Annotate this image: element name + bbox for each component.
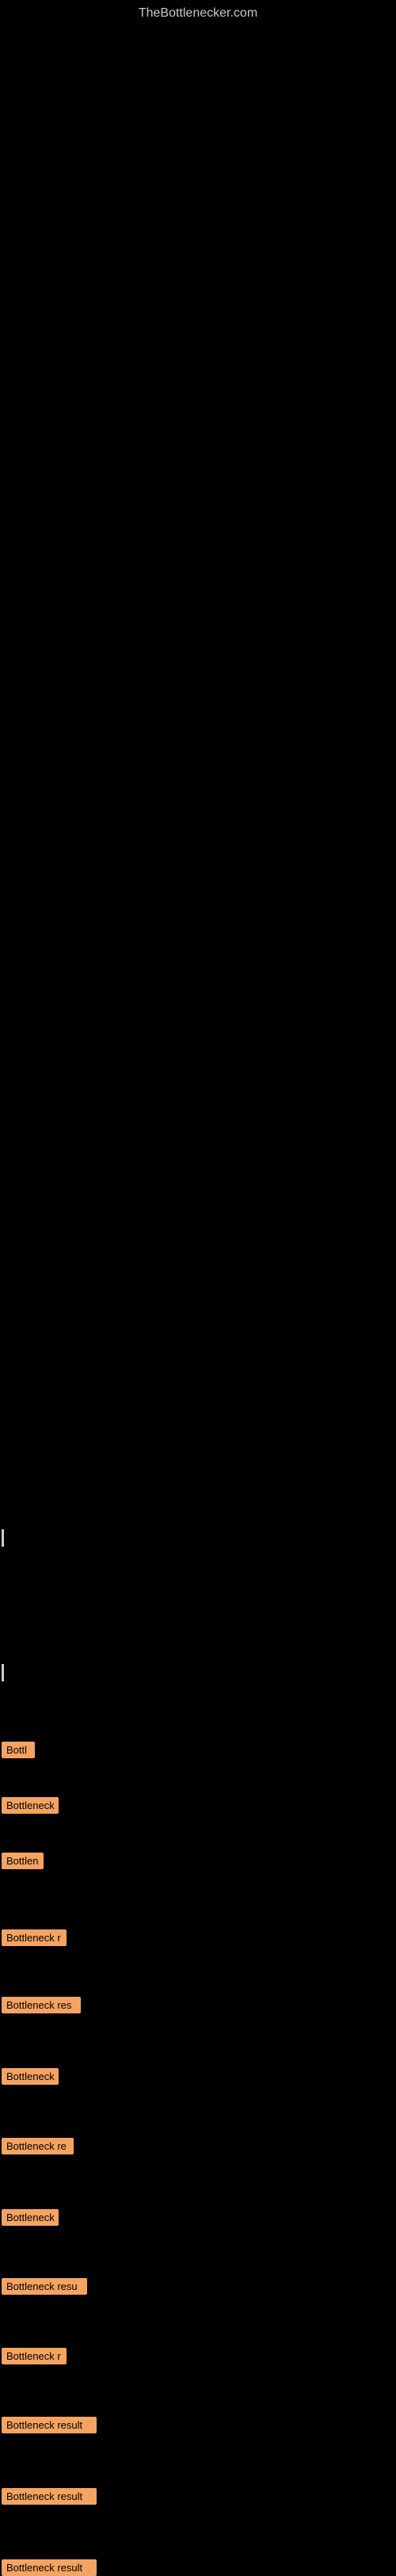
bottleneck-result-13[interactable]: Bottleneck result <box>2 2559 97 2576</box>
bottleneck-result-9[interactable]: Bottleneck resu <box>2 2278 87 2295</box>
cursor-line-2 <box>2 1664 4 1681</box>
bottleneck-result-11[interactable]: Bottleneck result <box>2 2417 97 2433</box>
page-container: TheBottlenecker.com Bottl Bottleneck Bot… <box>0 0 396 2536</box>
bottleneck-result-10[interactable]: Bottleneck r <box>2 2348 67 2364</box>
site-title: TheBottlenecker.com <box>0 0 396 21</box>
bottleneck-result-12[interactable]: Bottleneck result <box>2 2488 97 2505</box>
bottleneck-result-1[interactable]: Bottl <box>2 1742 35 1758</box>
bottleneck-result-2[interactable]: Bottleneck <box>2 1797 59 1814</box>
bottleneck-result-6[interactable]: Bottleneck <box>2 2068 59 2085</box>
bottleneck-result-7[interactable]: Bottleneck re <box>2 2138 74 2154</box>
bottleneck-result-8[interactable]: Bottleneck <box>2 2209 59 2226</box>
cursor-line-1 <box>2 1529 4 1547</box>
bottleneck-result-5[interactable]: Bottleneck res <box>2 1997 81 2013</box>
bottleneck-result-3[interactable]: Bottlen <box>2 1853 44 1869</box>
bottleneck-result-4[interactable]: Bottleneck r <box>2 1929 67 1946</box>
